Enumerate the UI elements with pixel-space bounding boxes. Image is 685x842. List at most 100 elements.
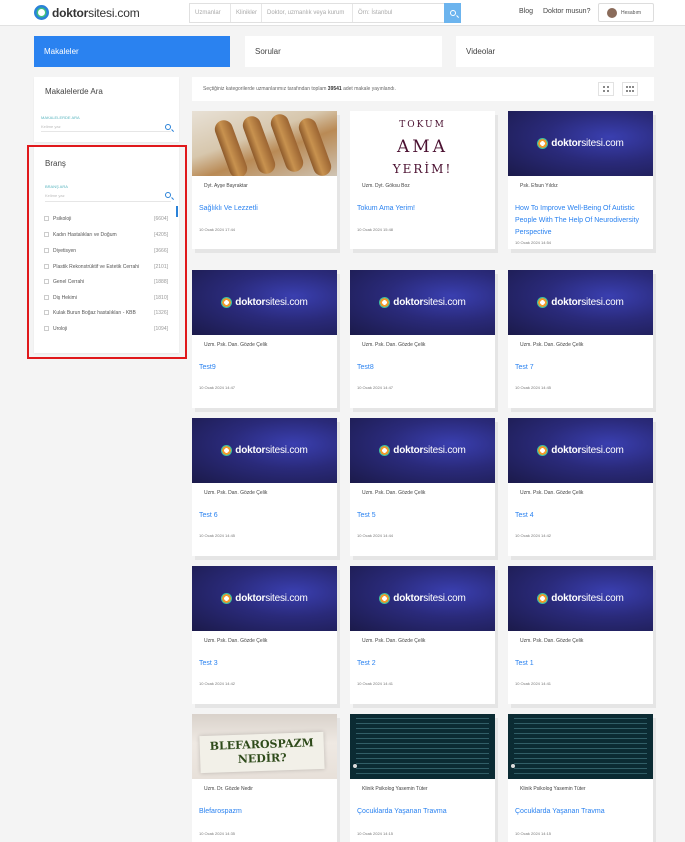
brand-logo: doktorsitesi.com (350, 593, 495, 604)
article-card[interactable]: doktorsitesi.com Uzm. Psk. Dan. Gözde Çel… (508, 418, 653, 556)
search-tab-clinics[interactable]: Klinikler (231, 4, 262, 22)
article-title[interactable]: Test8 (357, 362, 489, 374)
article-card[interactable]: TOKUM AMA YERİM! Uzm. Dyt. Göksu Boz Tokum A… (350, 111, 495, 249)
article-title[interactable]: Test 3 (199, 658, 331, 670)
article-card[interactable]: BLEFAROSPAZM NEDİR? Uzm. Dr. Gözde Nedir Bl… (192, 714, 337, 842)
site-logo[interactable]: doktorsitesi.com (34, 5, 140, 20)
logo-icon (221, 593, 233, 604)
article-date: 10 Ocak 2024 14:35 (199, 831, 236, 836)
article-title[interactable]: Test 5 (357, 510, 489, 522)
carousel-dot-icon[interactable] (511, 764, 515, 768)
search-tab-specialists[interactable]: Uzmanlar (190, 4, 231, 22)
article-author[interactable]: Uzm. Psk. Dan. Gözde Çelik (520, 638, 583, 644)
account-label: Hesabım (621, 9, 642, 16)
article-title[interactable]: How To Improve Well-Being Of Autistic Pe… (515, 203, 647, 239)
article-date: 10 Ocak 2024 14:45 (199, 533, 236, 538)
search-button[interactable] (444, 3, 461, 23)
article-thumbnail[interactable]: doktorsitesi.com (350, 566, 495, 631)
article-author[interactable]: Klinik Psikolog Yasemin Tüter (362, 786, 428, 792)
article-author[interactable]: Uzm. Psk. Dan. Gözde Çelik (362, 638, 425, 644)
article-title[interactable]: Test 1 (515, 658, 647, 670)
article-card[interactable]: Klinik Psikolog Yasemin Tüter Çocuklarda … (508, 714, 653, 842)
article-thumbnail[interactable]: BLEFAROSPAZM NEDİR? (192, 714, 337, 779)
article-search-icon[interactable] (165, 124, 171, 130)
brand-logo: doktorsitesi.com (192, 593, 337, 604)
article-thumbnail[interactable] (508, 714, 653, 779)
article-thumbnail[interactable] (350, 714, 495, 779)
blog-link[interactable]: Blog (519, 8, 533, 15)
article-title[interactable]: Sağlıklı Ve Lezzetli (199, 203, 331, 215)
article-author[interactable]: Uzm. Psk. Dan. Gözde Çelik (362, 342, 425, 348)
article-author[interactable]: Dyt. Ayşe Bayraktar (204, 183, 248, 189)
article-date: 10 Ocak 2024 14:41 (515, 681, 552, 686)
article-author[interactable]: Uzm. Dr. Gözde Nedir (204, 786, 253, 792)
article-card[interactable]: doktorsitesi.com Uzm. Psk. Dan. Gözde Çel… (508, 270, 653, 408)
article-thumbnail[interactable]: doktorsitesi.com (350, 418, 495, 483)
article-author[interactable]: Uzm. Dyt. Göksu Boz (362, 183, 410, 189)
article-thumbnail[interactable]: doktorsitesi.com (192, 418, 337, 483)
article-author[interactable]: Uzm. Psk. Dan. Gözde Çelik (520, 342, 583, 348)
article-date: 10 Ocak 2024 17:44 (199, 227, 236, 232)
logo-icon (379, 297, 391, 308)
article-card[interactable]: doktorsitesi.com Uzm. Psk. Dan. Gözde Çel… (350, 270, 495, 408)
account-button[interactable]: Hesabım (598, 3, 654, 22)
article-author[interactable]: Psk. Efsun Yıldız (520, 183, 558, 189)
article-author[interactable]: Uzm. Psk. Dan. Gözde Çelik (362, 490, 425, 496)
article-title[interactable]: Test 7 (515, 362, 647, 374)
header-search: Uzmanlar Klinikler Doktor, uzmanlık veya… (189, 3, 445, 23)
info-suffix: adet makale yayınlandı. (341, 86, 396, 92)
article-card[interactable]: doktorsitesi.com Uzm. Psk. Dan. Gözde Çel… (508, 566, 653, 704)
tab-videos[interactable]: Videolar (456, 36, 654, 67)
article-thumbnail[interactable]: doktorsitesi.com (508, 270, 653, 335)
article-thumbnail[interactable]: doktorsitesi.com (508, 566, 653, 631)
article-count-bar: Seçtiğiniz kategorilerde uzmanlarımız ta… (192, 77, 654, 101)
article-title[interactable]: Test 6 (199, 510, 331, 522)
article-title[interactable]: Test9 (199, 362, 331, 374)
article-thumbnail[interactable]: doktorsitesi.com (508, 418, 653, 483)
article-card[interactable]: doktorsitesi.com Uzm. Psk. Dan. Gözde Çel… (350, 418, 495, 556)
logo-icon (537, 297, 549, 308)
article-author[interactable]: Uzm. Psk. Dan. Gözde Çelik (204, 342, 267, 348)
article-card[interactable]: Dyt. Ayşe Bayraktar Sağlıklı Ve Lezzetli 1… (192, 111, 337, 249)
brand-logo: doktorsitesi.com (192, 297, 337, 308)
brand-logo: doktorsitesi.com (508, 445, 653, 456)
article-author[interactable]: Uzm. Psk. Dan. Gözde Çelik (204, 490, 267, 496)
article-title[interactable]: Tokum Ama Yerim! (357, 203, 489, 215)
article-title[interactable]: Test 4 (515, 510, 647, 522)
article-search-input[interactable]: Kelime yaz (41, 124, 61, 129)
article-thumbnail[interactable]: doktorsitesi.com (508, 111, 653, 176)
article-thumbnail[interactable]: TOKUM AMA YERİM! (350, 111, 495, 176)
article-count: 39541 (327, 86, 342, 92)
article-author[interactable]: Uzm. Psk. Dan. Gözde Çelik (204, 638, 267, 644)
search-location-input[interactable]: Örn: İstanbul (353, 4, 444, 22)
article-card[interactable]: doktorsitesi.com Uzm. Psk. Dan. Gözde Çel… (192, 566, 337, 704)
article-date: 10 Ocak 2024 14:15 (357, 831, 394, 836)
brand-logo: doktorsitesi.com (508, 593, 653, 604)
article-title[interactable]: Çocuklarda Yaşanan Travma (515, 806, 647, 818)
article-date: 10 Ocak 2024 15:48 (357, 227, 394, 232)
article-card[interactable]: doktorsitesi.com Uzm. Psk. Dan. Gözde Çel… (350, 566, 495, 704)
grid-view-button[interactable] (598, 82, 614, 96)
article-title[interactable]: Test 2 (357, 658, 489, 670)
carousel-dot-icon[interactable] (353, 764, 357, 768)
article-thumbnail[interactable]: doktorsitesi.com (350, 270, 495, 335)
article-thumbnail[interactable]: doktorsitesi.com (192, 270, 337, 335)
article-card[interactable]: doktorsitesi.com Uzm. Psk. Dan. Gözde Çel… (192, 270, 337, 408)
article-date: 10 Ocak 2024 14:41 (357, 681, 394, 686)
logo-text: doktorsitesi.com (52, 5, 140, 20)
article-title[interactable]: Çocuklarda Yaşanan Travma (357, 806, 489, 818)
doctor-question-link[interactable]: Doktor musun? (543, 8, 590, 15)
article-author[interactable]: Uzm. Psk. Dan. Gözde Çelik (520, 490, 583, 496)
article-card[interactable]: doktorsitesi.com Uzm. Psk. Dan. Gözde Çel… (192, 418, 337, 556)
article-card[interactable]: Klinik Psikolog Yasemin Tüter Çocuklarda … (350, 714, 495, 842)
grid-view-dense-button[interactable] (622, 82, 638, 96)
article-thumbnail[interactable]: doktorsitesi.com (192, 566, 337, 631)
search-query-input[interactable]: Doktor, uzmanlık veya kurum (262, 4, 353, 22)
tab-articles[interactable]: Makaleler (34, 36, 230, 67)
article-title[interactable]: Blefarospazm (199, 806, 331, 818)
article-date: 10 Ocak 2024 14:15 (515, 831, 552, 836)
article-card[interactable]: doktorsitesi.com Psk. Efsun Yıldız How To … (508, 111, 653, 249)
tab-questions[interactable]: Sorular (245, 36, 442, 67)
article-author[interactable]: Klinik Psikolog Yasemin Tüter (520, 786, 586, 792)
article-thumbnail[interactable] (192, 111, 337, 176)
